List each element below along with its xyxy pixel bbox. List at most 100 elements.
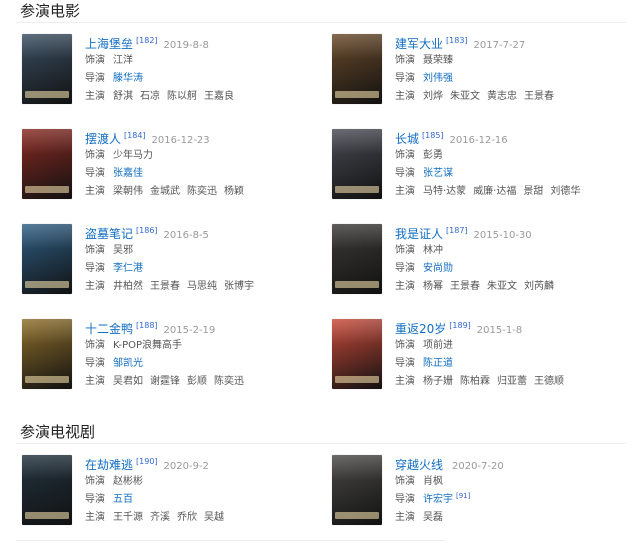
reference-link[interactable]: [182] bbox=[136, 36, 158, 45]
title-link[interactable]: 摆渡人 bbox=[85, 132, 121, 146]
reference-link[interactable]: [189] bbox=[449, 321, 471, 330]
reference-link[interactable]: [190] bbox=[136, 457, 158, 466]
director-label: 导演 bbox=[395, 358, 415, 369]
poster-image[interactable] bbox=[22, 34, 72, 104]
title-link[interactable]: 在劫难逃 bbox=[85, 458, 133, 472]
poster-title-graphic bbox=[335, 376, 379, 383]
role-row: 饰演 项前进 bbox=[395, 337, 632, 355]
cast-member-link[interactable]: 黄志忠 bbox=[487, 91, 517, 102]
director-link[interactable]: 五百 bbox=[113, 494, 133, 505]
cast-member-link[interactable]: 刘烨 bbox=[423, 91, 443, 102]
cast-member-link[interactable]: 井柏然 bbox=[113, 281, 143, 292]
director-link[interactable]: 刘伟强 bbox=[423, 73, 453, 84]
poster-image[interactable] bbox=[332, 129, 382, 199]
cast-member-link[interactable]: 吴君如 bbox=[113, 376, 143, 387]
cast-member-link[interactable]: 石凉 bbox=[140, 91, 160, 102]
release-date: 2015-1-8 bbox=[476, 325, 523, 336]
director-link[interactable]: 安尚勋 bbox=[423, 263, 453, 274]
cast-member-link[interactable]: 乔欣 bbox=[177, 512, 197, 523]
poster-highlight bbox=[22, 224, 72, 249]
reference-link[interactable]: [187] bbox=[446, 226, 468, 235]
poster-image[interactable] bbox=[22, 455, 72, 525]
director-link[interactable]: 邹凯光 bbox=[113, 358, 143, 369]
cast-label: 主演 bbox=[85, 281, 105, 292]
title-link[interactable]: 我是证人 bbox=[395, 227, 443, 241]
cast-member-link[interactable]: 金城武 bbox=[150, 186, 180, 197]
cast-member-link[interactable]: 景甜 bbox=[523, 186, 543, 197]
title-row: 摆渡人 [184] 2016-12-23 bbox=[85, 129, 322, 147]
cast-member-link[interactable]: 彭顺 bbox=[187, 376, 207, 387]
cast-member-link[interactable]: 张博宇 bbox=[224, 281, 254, 292]
cast-member-link[interactable]: 杨颖 bbox=[224, 186, 244, 197]
filmography-entry: 我是证人 [187] 2015-10-30 饰演 林冲 导演 安尚勋 主演 杨幂 王景春 朱亚文 刘芮… bbox=[332, 224, 632, 308]
title-row: 上海堡垒 [182] 2019-8-8 bbox=[85, 34, 322, 52]
cast-member-link[interactable]: 杨幂 bbox=[423, 281, 443, 292]
director-link[interactable]: 陈正道 bbox=[423, 358, 453, 369]
cast-label: 主演 bbox=[395, 376, 415, 387]
filmography-entry: 重返20岁 [189] 2015-1-8 饰演 项前进导演 陈正道 主演 杨子姗 陈柏霖 归亚蕾王… bbox=[332, 319, 632, 403]
cast-member-link[interactable]: 马特·达蒙 bbox=[423, 186, 466, 197]
poster-image[interactable] bbox=[332, 224, 382, 294]
reference-link[interactable]: [186] bbox=[136, 226, 158, 235]
poster-image[interactable] bbox=[332, 34, 382, 104]
cast-member-link[interactable]: 朱亚文 bbox=[450, 91, 480, 102]
poster-title-graphic bbox=[335, 186, 379, 193]
reference-link[interactable]: [188] bbox=[136, 321, 158, 330]
title-row: 十二金鸭 [188] 2015-2-19 bbox=[85, 319, 322, 337]
reference-link[interactable]: [185] bbox=[422, 131, 444, 140]
cast-member-link[interactable]: 马思纯 bbox=[187, 281, 217, 292]
poster-image[interactable] bbox=[22, 319, 72, 389]
role-row: 饰演 林冲 bbox=[395, 242, 632, 260]
cast-member-link[interactable]: 威廉·达福 bbox=[473, 186, 516, 197]
cast-member-link[interactable]: 谢霆锋 bbox=[150, 376, 180, 387]
director-link[interactable]: 李仁港 bbox=[113, 263, 143, 274]
role-row: 饰演 K-POP浪舞高手 bbox=[85, 337, 322, 355]
entry-info: 上海堡垒 [182] 2019-8-8 饰演 江洋 导演 滕华涛 主演 舒淇 石凉 陈以舸 王嘉良 bbox=[85, 34, 322, 106]
director-link[interactable]: 张嘉佳 bbox=[113, 168, 143, 179]
cast-member-link[interactable]: 舒淇 bbox=[113, 91, 133, 102]
cast-member-link[interactable]: 王千源 bbox=[113, 512, 143, 523]
cast-member-link[interactable]: 陈奕迅 bbox=[187, 186, 217, 197]
poster-image[interactable] bbox=[332, 319, 382, 389]
cast-member-link[interactable]: 刘德华 bbox=[550, 186, 580, 197]
poster-title-graphic bbox=[25, 186, 69, 193]
role-row: 饰演 聂荣臻 bbox=[395, 52, 632, 70]
filmography-entry: 十二金鸭 [188] 2015-2-19 饰演 K-POP浪舞高手 导演 邹凯光 主演 吴君如谢… bbox=[22, 319, 322, 403]
poster-image[interactable] bbox=[332, 455, 382, 525]
cast-member-link[interactable]: 杨子姗 bbox=[423, 376, 453, 387]
cast-member-link[interactable]: 王德顺 bbox=[534, 376, 564, 387]
poster-image[interactable] bbox=[22, 129, 72, 199]
title-link[interactable]: 盗墓笔记 bbox=[85, 227, 133, 241]
cast-member-link[interactable]: 吴越 bbox=[204, 512, 224, 523]
title-link[interactable]: 穿越火线 bbox=[395, 458, 443, 472]
title-link[interactable]: 重返20岁 bbox=[395, 322, 446, 336]
reference-link[interactable]: [183] bbox=[446, 36, 468, 45]
director-link[interactable]: 许宏宇 bbox=[423, 494, 453, 505]
cast-member-link[interactable]: 王嘉良 bbox=[204, 91, 234, 102]
role-value: 少年马力 bbox=[113, 150, 153, 161]
director-link[interactable]: 滕华涛 bbox=[113, 73, 143, 84]
cast-member-link[interactable]: 吴磊 bbox=[423, 512, 443, 523]
filmography-entry: 摆渡人 [184] 2016-12-23 饰演 少年马力 导演 张嘉佳 主演 梁朝伟 金城武 陈奕迅… bbox=[22, 129, 322, 213]
title-row: 建军大业 [183] 2017-7-27 bbox=[395, 34, 632, 52]
poster-image[interactable] bbox=[22, 224, 72, 294]
role-value: 吴邪 bbox=[113, 245, 133, 256]
director-link[interactable]: 张艺谋 bbox=[423, 168, 453, 179]
title-link[interactable]: 上海堡垒 bbox=[85, 37, 133, 51]
cast-member-link[interactable]: 王景春 bbox=[524, 91, 554, 102]
cast-member-link[interactable]: 朱亚文 bbox=[487, 281, 517, 292]
cast-member-link[interactable]: 梁朝伟 bbox=[113, 186, 143, 197]
cast-member-link[interactable]: 归亚蕾 bbox=[497, 376, 527, 387]
cast-member-link[interactable]: 王景春 bbox=[150, 281, 180, 292]
cast-member-link[interactable]: 刘芮麟 bbox=[524, 281, 554, 292]
cast-member-link[interactable]: 王景春 bbox=[450, 281, 480, 292]
title-link[interactable]: 建军大业 bbox=[395, 37, 443, 51]
cast-member-link[interactable]: 陈以舸 bbox=[167, 91, 197, 102]
cast-member-link[interactable]: 陈奕迅 bbox=[214, 376, 244, 387]
cast-member-link[interactable]: 齐溪 bbox=[150, 512, 170, 523]
cast-member-link[interactable]: 陈柏霖 bbox=[460, 376, 490, 387]
title-link[interactable]: 长城 bbox=[395, 132, 419, 146]
reference-link[interactable]: [184] bbox=[124, 131, 146, 140]
reference-link[interactable]: [91] bbox=[456, 492, 470, 500]
title-link[interactable]: 十二金鸭 bbox=[85, 322, 133, 336]
